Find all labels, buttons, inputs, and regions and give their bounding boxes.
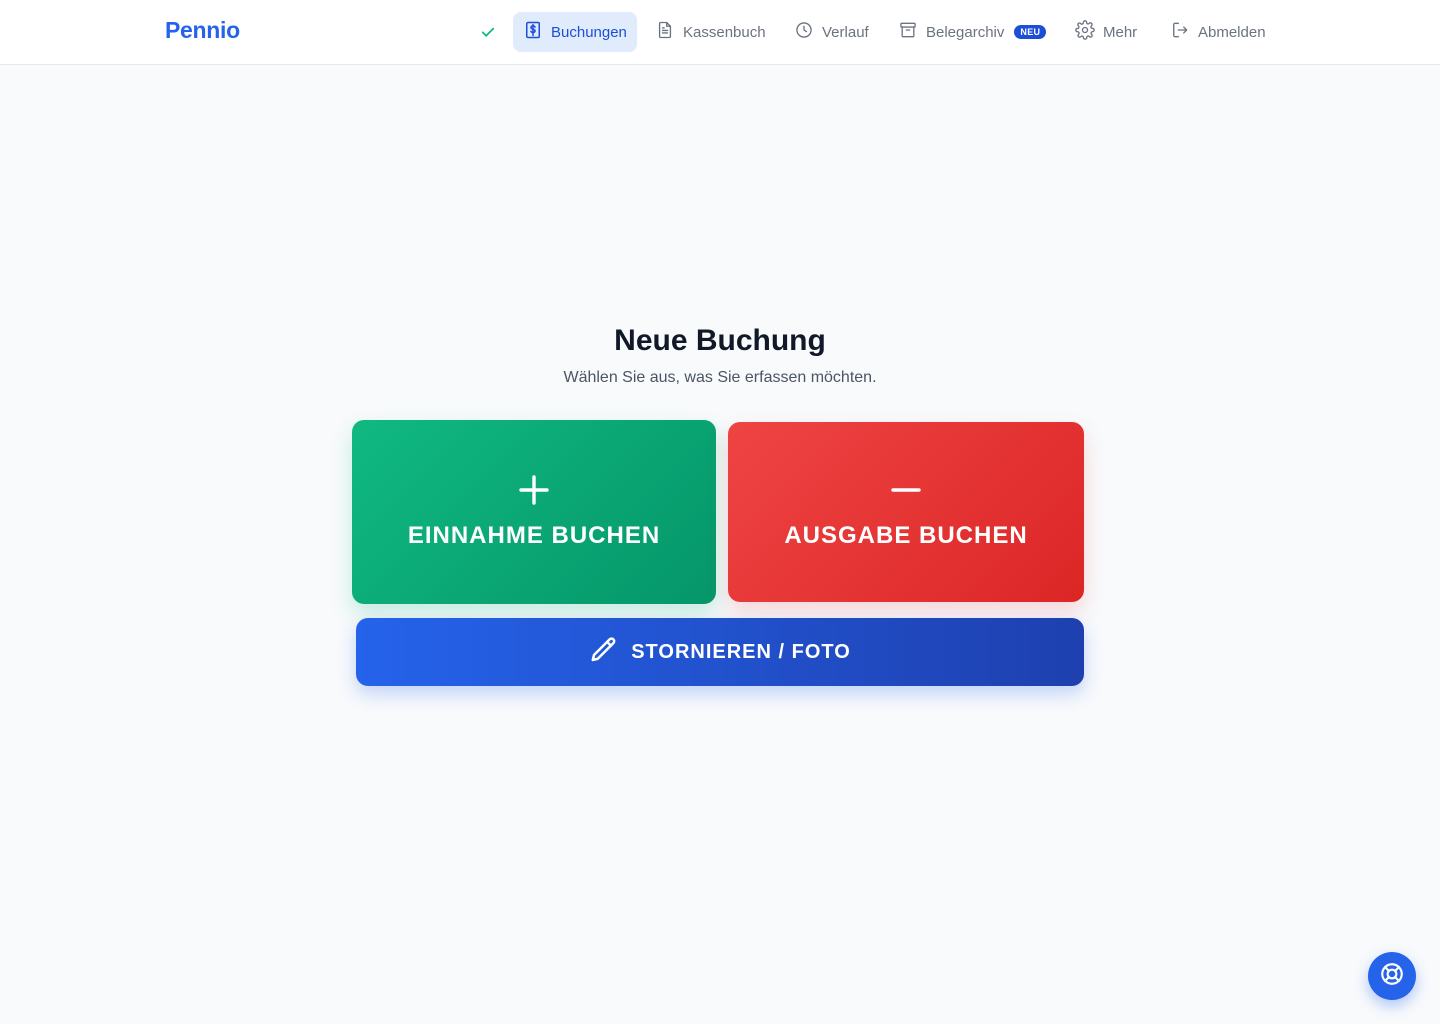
nav-item-kassenbuch[interactable]: Kassenbuch <box>645 12 776 52</box>
nav-item-label: Buchungen <box>551 23 627 41</box>
book-income-button[interactable]: EINNAHME BUCHEN <box>352 420 716 604</box>
nav-item-label: Mehr <box>1103 23 1138 41</box>
nav-item-verlauf[interactable]: Verlauf <box>784 12 879 52</box>
clock-icon <box>794 20 814 44</box>
lifebuoy-icon <box>1379 961 1405 992</box>
check-icon <box>476 20 500 44</box>
nav-item-label: Abmelden <box>1198 23 1266 41</box>
receipt-dollar-icon <box>523 20 543 44</box>
book-expense-label: AUSGABE BUCHEN <box>784 522 1028 549</box>
minus-icon <box>889 470 923 510</box>
gear-icon <box>1075 20 1095 44</box>
pencil-icon <box>589 635 619 670</box>
page-subtitle: Wählen Sie aus, was Sie erfassen möchten… <box>563 369 877 386</box>
archive-box-icon <box>898 20 918 44</box>
new-badge: NEU <box>1014 25 1047 39</box>
cancel-photo-label: STORNIEREN / FOTO <box>631 640 851 663</box>
brand-logo[interactable]: Pennio <box>165 17 240 44</box>
nav-item-abmelden[interactable]: Abmelden <box>1160 12 1276 52</box>
nav-item-label: Kassenbuch <box>683 23 766 41</box>
nav-item-mehr[interactable]: Mehr <box>1065 12 1147 52</box>
book-income-label: EINNAHME BUCHEN <box>407 522 661 549</box>
book-expense-button[interactable]: AUSGABE BUCHEN <box>728 422 1084 602</box>
nav-item-belegarchiv[interactable]: Belegarchiv NEU <box>888 12 1056 52</box>
cancel-photo-button[interactable]: STORNIEREN / FOTO <box>356 618 1084 686</box>
document-icon <box>655 20 675 44</box>
help-button[interactable] <box>1368 952 1416 1000</box>
logout-icon <box>1170 20 1190 44</box>
nav-item-label: Belegarchiv <box>926 23 1005 41</box>
plus-icon <box>517 470 551 510</box>
nav-item-buchungen[interactable]: Buchungen <box>513 12 637 52</box>
top-navigation-bar: Pennio Buchungen Kassenbuch Verlauf Bele… <box>0 0 1440 65</box>
nav-item-label: Verlauf <box>822 23 869 41</box>
page-title: Neue Buchung <box>614 324 826 357</box>
